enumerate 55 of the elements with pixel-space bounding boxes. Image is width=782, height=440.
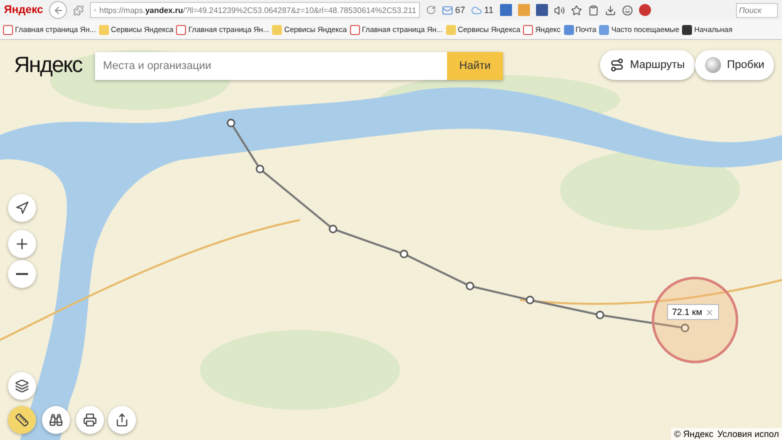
star-icon[interactable]	[570, 4, 582, 16]
routes-button[interactable]: Маршруты	[600, 50, 695, 80]
traffic-icon	[705, 57, 721, 73]
copyright-text: © Яндекс	[674, 429, 714, 439]
address-field[interactable]: https://maps.yandex.ru/?ll=49.241239%2C53.064287&z=10&rl=48.78530614%2C53.211	[90, 2, 420, 18]
plus-icon	[14, 236, 30, 252]
route-point[interactable]	[256, 164, 264, 174]
puzzle-icon	[73, 4, 84, 16]
bookmark-icon	[446, 24, 456, 34]
bookmark-icon	[176, 24, 186, 34]
bookmark-icon	[98, 24, 109, 34]
traffic-button[interactable]: Пробки	[695, 50, 774, 80]
route-point[interactable]	[680, 324, 690, 332]
smiley-icon[interactable]	[622, 4, 632, 16]
route-point[interactable]	[226, 118, 236, 128]
close-button[interactable]	[705, 308, 714, 316]
back-arrow-icon	[52, 4, 64, 16]
find-button[interactable]: Найти	[447, 52, 503, 80]
printer-icon	[83, 413, 97, 427]
minus-icon	[16, 273, 28, 275]
back-button[interactable]	[49, 1, 68, 19]
weather-counter[interactable]: 11	[471, 4, 494, 16]
bookmark-icon	[523, 24, 534, 34]
route-icon	[610, 58, 624, 72]
bookmark-icon	[3, 24, 13, 34]
yandex-logo: Яндекс	[14, 52, 82, 78]
route-point[interactable]	[596, 310, 604, 320]
route-point[interactable]	[466, 282, 474, 290]
browser-search-field[interactable]: Поиск	[736, 2, 778, 18]
bookmark-icon	[599, 24, 610, 34]
map-view[interactable]: Яндекс Места и организации Найти Маршруты Пробки 72.1 км © Яндекс Условия испол	[0, 40, 782, 440]
ruler-icon	[15, 413, 29, 427]
mail-counter[interactable]: 67	[442, 4, 466, 16]
speaker-icon[interactable]	[554, 4, 564, 16]
location-arrow-icon	[15, 201, 29, 215]
bookmark-icon	[272, 24, 282, 34]
distance-text: 72.1 км	[672, 307, 702, 317]
clipboard-icon[interactable]	[588, 4, 598, 16]
reload-icon[interactable]	[426, 5, 436, 15]
terms-link[interactable]: Условия испол	[717, 429, 779, 439]
route-point[interactable]	[400, 250, 408, 258]
search-field[interactable]: Места и организации	[95, 52, 447, 80]
mail-icon	[442, 4, 454, 16]
layers-icon	[15, 379, 29, 393]
cloud-icon	[471, 4, 482, 16]
route-point[interactable]	[526, 296, 534, 304]
bookmark-icon	[682, 24, 692, 34]
bookmark-icon	[564, 24, 574, 34]
bookmark-icon	[350, 24, 360, 34]
route-point[interactable]	[328, 224, 338, 234]
browser-logo: Яндекс	[4, 4, 44, 16]
download-icon[interactable]	[604, 4, 616, 16]
close-icon	[705, 308, 714, 316]
binoculars-icon	[49, 413, 63, 427]
share-icon	[115, 413, 129, 427]
